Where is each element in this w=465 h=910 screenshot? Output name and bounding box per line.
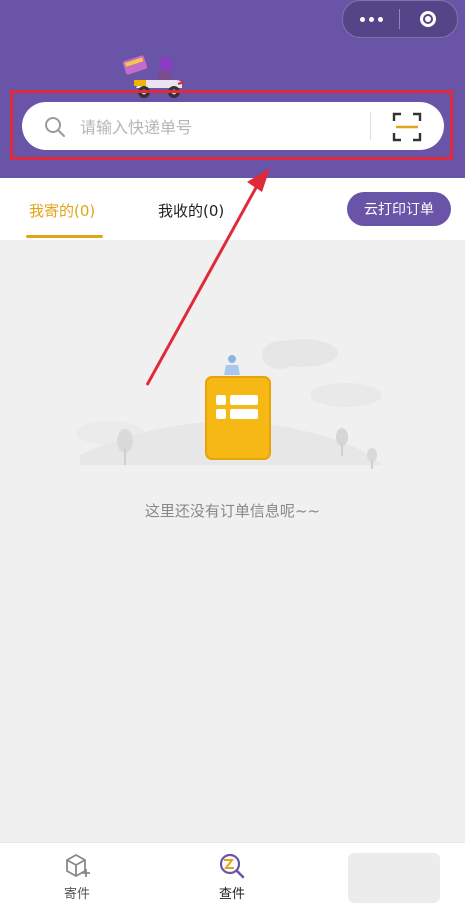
tab-received[interactable]: 我收的(0) bbox=[158, 200, 224, 221]
search-package-icon bbox=[219, 853, 245, 879]
cloud-print-button[interactable]: 云打印订单 bbox=[347, 192, 451, 226]
empty-state-text: 这里还没有订单信息呢~~ bbox=[144, 502, 321, 520]
active-tab-underline bbox=[26, 235, 103, 238]
empty-state-illustration bbox=[76, 339, 382, 469]
annotation-highlight-box bbox=[10, 90, 453, 160]
obscured-tab-item bbox=[348, 853, 440, 903]
bottom-tab-bar: 寄件 查件 bbox=[0, 842, 465, 910]
header bbox=[0, 0, 465, 178]
tabbar-item-track[interactable]: 查件 bbox=[192, 851, 272, 902]
tab-sent[interactable]: 我寄的(0) bbox=[29, 200, 95, 221]
mini-program-capsule bbox=[342, 0, 458, 38]
more-icon[interactable] bbox=[343, 1, 399, 37]
order-tabs: 我寄的(0) 我收的(0) 云打印订单 bbox=[0, 178, 465, 240]
tabbar-label-track: 查件 bbox=[218, 887, 245, 902]
box-plus-icon bbox=[66, 853, 90, 878]
tabbar-item-send[interactable]: 寄件 bbox=[37, 851, 117, 902]
tabbar-label-send: 寄件 bbox=[63, 887, 90, 902]
close-icon[interactable] bbox=[400, 1, 456, 37]
